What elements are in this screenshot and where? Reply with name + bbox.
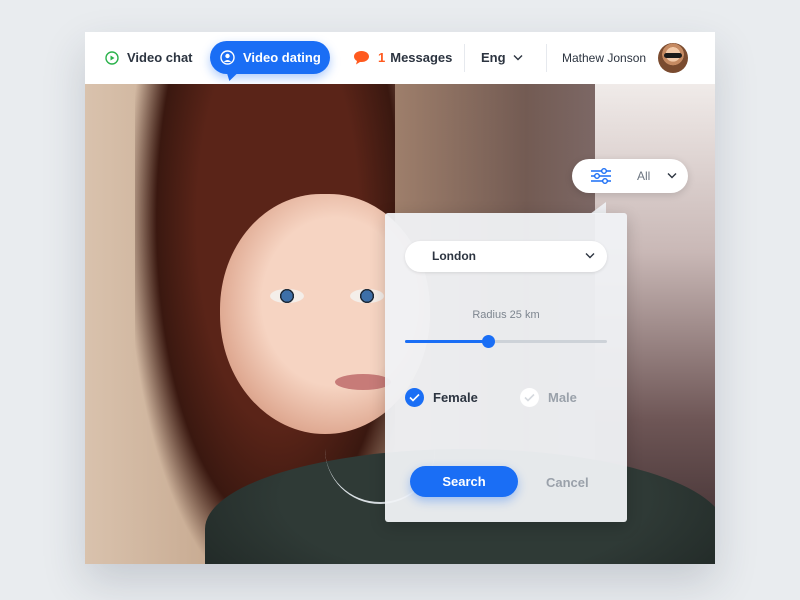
female-checkbox[interactable]: Female bbox=[405, 388, 478, 407]
city-select-value: London bbox=[432, 249, 476, 263]
nav-divider bbox=[546, 44, 547, 72]
radius-slider-thumb[interactable] bbox=[481, 335, 495, 348]
play-icon bbox=[105, 50, 119, 65]
video-feed: All London Radius 25 km Female Male Sear… bbox=[85, 84, 715, 564]
chevron-down-icon bbox=[585, 253, 595, 259]
city-select[interactable]: London bbox=[405, 241, 607, 272]
male-checkbox[interactable]: Male bbox=[520, 388, 577, 407]
search-button[interactable]: Search bbox=[410, 466, 518, 497]
user-name[interactable]: Mathew Jonson bbox=[562, 51, 646, 65]
app-window: Video chat Video dating 1 Messages Eng M… bbox=[85, 32, 715, 564]
language-label: Eng bbox=[481, 50, 506, 65]
nav-video-dating[interactable]: Video dating bbox=[210, 41, 330, 74]
radius-slider-fill bbox=[405, 340, 488, 343]
radius-label: Radius 25 km bbox=[472, 309, 540, 321]
check-icon bbox=[524, 393, 535, 402]
language-selector[interactable]: Eng bbox=[481, 50, 523, 65]
chevron-down-icon bbox=[513, 55, 523, 61]
nav-messages[interactable]: 1 Messages bbox=[353, 50, 452, 65]
filter-selected-label: All bbox=[637, 169, 651, 183]
nav-messages-label: Messages bbox=[390, 50, 453, 65]
user-icon bbox=[220, 50, 235, 65]
male-label: Male bbox=[548, 390, 577, 405]
nav-video-chat[interactable]: Video chat bbox=[105, 50, 193, 65]
female-label: Female bbox=[433, 390, 478, 405]
messages-count-badge: 1 bbox=[378, 50, 386, 65]
chat-bubble-icon bbox=[354, 51, 369, 65]
sliders-icon bbox=[591, 168, 611, 184]
radius-slider[interactable] bbox=[405, 335, 607, 348]
nav-video-dating-label: Video dating bbox=[243, 50, 321, 65]
check-icon bbox=[409, 393, 420, 402]
cancel-button[interactable]: Cancel bbox=[546, 475, 589, 490]
top-nav: Video chat Video dating 1 Messages Eng M… bbox=[85, 32, 715, 84]
avatar[interactable] bbox=[658, 43, 688, 73]
nav-video-chat-label: Video chat bbox=[127, 50, 193, 65]
chevron-down-icon bbox=[667, 173, 677, 179]
filter-dropdown[interactable]: All bbox=[572, 159, 688, 193]
active-tab-pointer bbox=[223, 72, 239, 81]
nav-divider bbox=[464, 44, 465, 72]
filter-panel: London Radius 25 km Female Male Search C… bbox=[385, 213, 627, 522]
